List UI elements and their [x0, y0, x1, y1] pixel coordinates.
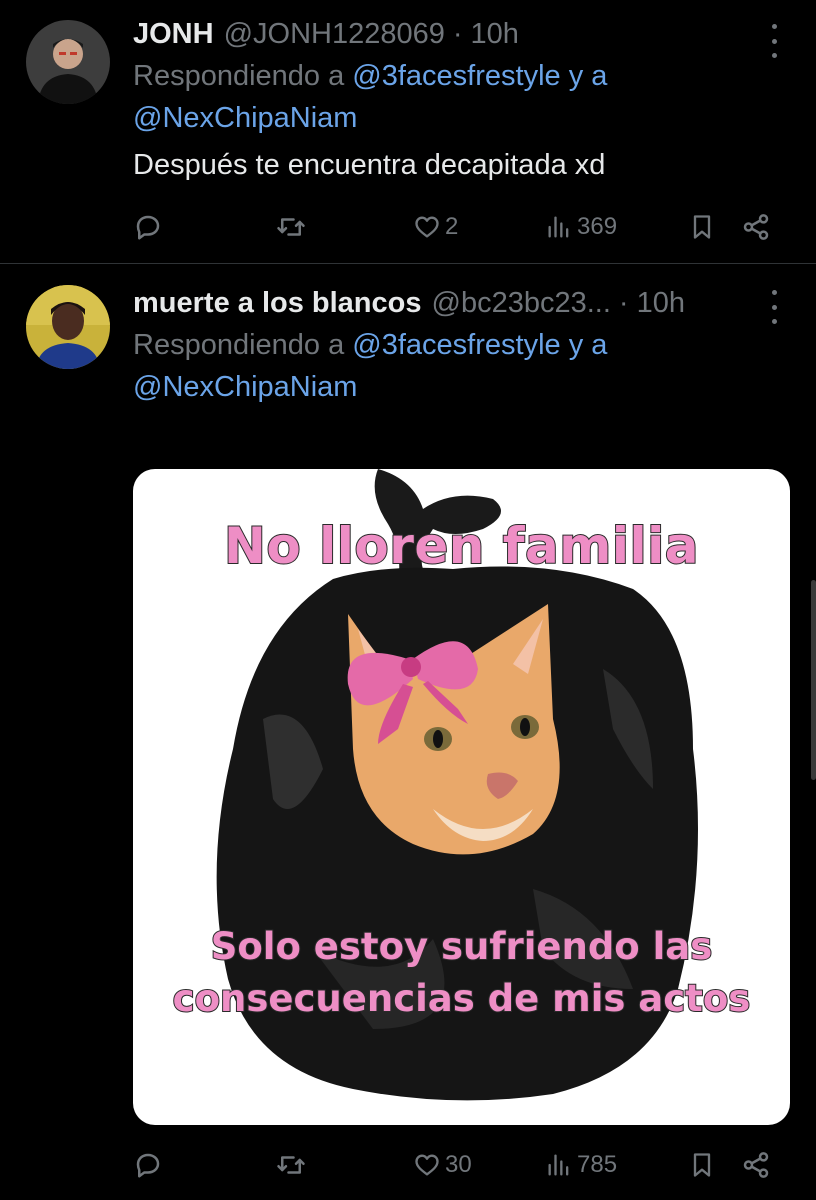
tweet-reply[interactable]: muerte a los blancos @bc23bc23... · 10h …: [0, 265, 816, 1200]
views-button[interactable]: 369: [545, 207, 617, 247]
like-button[interactable]: 30: [413, 1145, 472, 1185]
tweet-text: Después te encuentra decapitada xd: [133, 149, 606, 181]
share-button[interactable]: [741, 207, 771, 247]
meme-top-text: No lloren familia: [223, 516, 700, 576]
meme-bottom-text: Solo estoy sufriendo las consecuencias d…: [172, 924, 752, 1021]
user-handle[interactable]: @JONH1228069: [224, 14, 445, 54]
display-name[interactable]: muerte a los blancos: [133, 283, 422, 323]
share-icon: [743, 1152, 769, 1178]
avatar[interactable]: [26, 20, 110, 104]
like-count: 2: [445, 213, 459, 240]
mention-link[interactable]: @3facesfrestyle: [352, 329, 560, 361]
reply-and: y a: [568, 329, 608, 361]
reply-and: y a: [568, 60, 608, 92]
reply-prefix: Respondiendo a: [133, 329, 345, 361]
views-icon: [548, 216, 569, 238]
replying-to: Respondiendo a @3facesfrestyle y a @NexC…: [133, 55, 786, 139]
scrollbar[interactable]: [811, 580, 816, 780]
separator: ·: [452, 18, 463, 50]
reply-prefix: Respondiendo a: [133, 60, 345, 92]
share-button[interactable]: [741, 1145, 771, 1185]
action-bar: 30 785: [133, 1145, 783, 1185]
meme-image[interactable]: No lloren familia Solo estoy sufriendo l…: [133, 469, 790, 1125]
avatar[interactable]: [26, 285, 110, 369]
views-count: 369: [577, 213, 618, 240]
mention-link[interactable]: @NexChipaNiam: [133, 371, 357, 403]
reply-icon: [136, 1153, 160, 1178]
display-name[interactable]: JONH: [133, 14, 214, 54]
retweet-button[interactable]: [275, 207, 311, 247]
separator: ·: [618, 287, 629, 319]
bookmark-button[interactable]: [688, 207, 716, 247]
like-icon: [415, 1154, 439, 1176]
action-bar: 2 369: [133, 207, 783, 247]
like-button[interactable]: 2: [413, 207, 458, 247]
like-count: 30: [445, 1151, 472, 1178]
retweet-icon: [277, 218, 305, 236]
retweet-icon: [277, 1156, 305, 1174]
views-count: 785: [577, 1151, 618, 1178]
views-button[interactable]: 785: [545, 1145, 617, 1185]
bookmark-icon: [693, 1153, 711, 1177]
timestamp[interactable]: 10h: [471, 14, 519, 54]
user-handle[interactable]: @bc23bc23...: [432, 283, 611, 323]
mention-link[interactable]: @NexChipaNiam: [133, 102, 357, 134]
replying-to: Respondiendo a @3facesfrestyle y a @NexC…: [133, 324, 786, 408]
bookmark-button[interactable]: [688, 1145, 716, 1185]
tweet-reply[interactable]: JONH @JONH1228069 · 10h Respondiendo a @…: [0, 0, 816, 264]
views-icon: [548, 1154, 569, 1176]
mention-link[interactable]: @3facesfrestyle: [352, 60, 560, 92]
reply-button[interactable]: [133, 207, 167, 247]
like-icon: [415, 216, 439, 238]
reply-icon: [136, 215, 160, 240]
bookmark-icon: [693, 215, 711, 239]
share-icon: [743, 214, 769, 240]
timestamp[interactable]: 10h: [637, 283, 685, 323]
retweet-button[interactable]: [275, 1145, 311, 1185]
reply-button[interactable]: [133, 1145, 167, 1185]
